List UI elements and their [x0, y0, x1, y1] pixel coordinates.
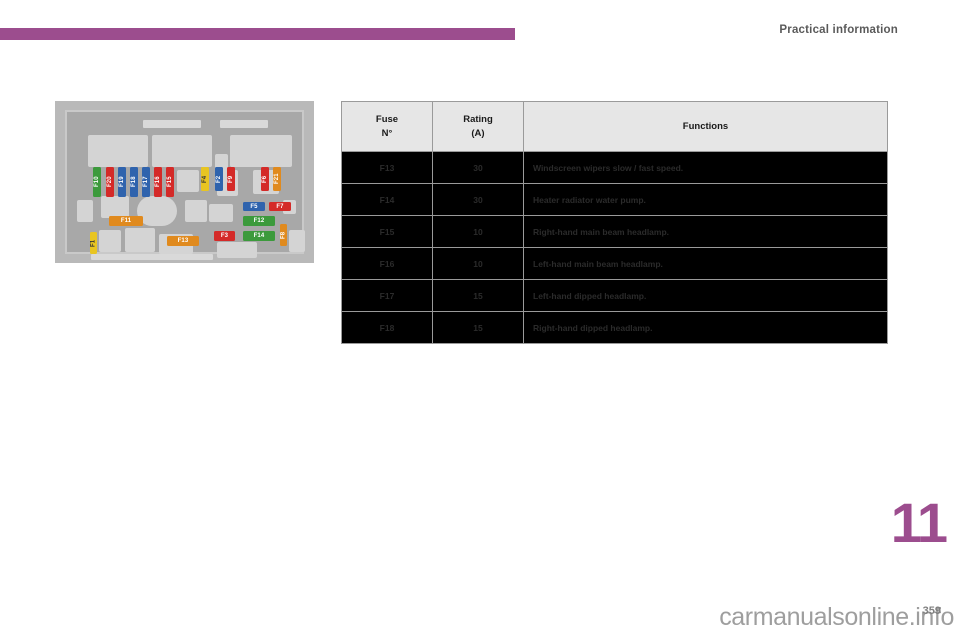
slot-center-2 — [209, 204, 233, 222]
column-header-rating-line2: (A) — [471, 127, 485, 139]
cell-rating: 30 — [432, 183, 524, 216]
page-number: 359 — [922, 605, 941, 617]
table-row: F16 10 Left-hand main beam headlamp. — [341, 247, 888, 280]
slot-center-oval — [137, 196, 177, 226]
fuse-f18: F18 — [130, 167, 138, 197]
fuse-f16: F16 — [154, 167, 162, 197]
table-row: F14 30 Heater radiator water pump. — [341, 183, 888, 216]
fuse-rating-table: Fuse N° Rating (A) Functions F13 30 Windsc… — [341, 101, 888, 344]
slot-top-1 — [143, 120, 201, 128]
fuse-f8: F8 — [280, 224, 287, 246]
column-header-functions-line1: Functions — [682, 120, 729, 132]
fuse-f10: F10 — [93, 167, 101, 197]
cell-fuse-number: F15 — [341, 215, 433, 248]
slot-bottom-2 — [125, 228, 155, 252]
fuse-f19: F19 — [118, 167, 126, 197]
slot-top-2 — [220, 120, 268, 128]
slot-relay-2 — [152, 135, 212, 167]
cell-function: Left-hand dipped headlamp. — [523, 279, 888, 312]
fuse-f14: F14 — [243, 231, 275, 241]
site-watermark: carmanualsonline.info — [719, 603, 954, 631]
fuse-f15: F15 — [166, 167, 174, 197]
fuse-f4: F4 — [201, 167, 209, 191]
fuse-box-body: F10 F20 F19 F18 F17 F16 F15 F4 F2 F9 F6 F21 F5 F7 F12 F… — [65, 110, 305, 260]
cell-fuse-number: F14 — [341, 183, 433, 216]
slot-relay-1 — [88, 135, 148, 167]
table-header-row: Fuse N° Rating (A) Functions — [341, 101, 888, 152]
slot-center-1 — [185, 200, 207, 222]
fuse-f17: F17 — [142, 167, 150, 197]
fuse-f13: F13 — [167, 236, 199, 246]
table-row: F15 10 Right-hand main beam headlamp. — [341, 215, 888, 248]
table-row: F17 15 Left-hand dipped headlamp. — [341, 279, 888, 312]
cell-function: Windscreen wipers slow / fast speed. — [523, 151, 888, 184]
column-header-fuse-line1: Fuse — [375, 113, 399, 125]
fuse-f12: F12 — [243, 216, 275, 226]
cell-function: Heater radiator water pump. — [523, 183, 888, 216]
cell-function: Right-hand dipped headlamp. — [523, 311, 888, 344]
fuse-f21: F21 — [273, 167, 281, 191]
slot-left-1 — [77, 200, 93, 222]
page-header-title: Practical information — [779, 24, 898, 36]
fuse-f2: F2 — [215, 167, 223, 191]
slot-bottom-5 — [289, 230, 305, 252]
cell-function: Right-hand main beam headlamp. — [523, 215, 888, 248]
fuse-f6: F6 — [261, 167, 269, 191]
cell-fuse-number: F13 — [341, 151, 433, 184]
column-header-rating-line1: Rating — [463, 113, 493, 125]
slot-left-2 — [101, 196, 129, 218]
fuse-f9: F9 — [227, 167, 235, 191]
manual-page: Practical information F10 F20 F19 F18 F1… — [0, 0, 960, 640]
cell-fuse-number: F16 — [341, 247, 433, 280]
column-header-rating: Rating (A) — [432, 101, 524, 152]
fuse-f5: F5 — [243, 202, 265, 211]
cell-fuse-number: F17 — [341, 279, 433, 312]
table-row: F13 30 Windscreen wipers slow / fast speed… — [341, 151, 888, 184]
fuse-box-diagram: F10 F20 F19 F18 F17 F16 F15 F4 F2 F9 F6 F21 F5 F7 F12 F… — [55, 101, 314, 263]
fuse-f7: F7 — [269, 202, 291, 211]
cell-rating: 15 — [432, 311, 524, 344]
cell-rating: 30 — [432, 151, 524, 184]
cell-rating: 10 — [432, 247, 524, 280]
cell-rating: 15 — [432, 279, 524, 312]
fuse-f3: F3 — [214, 231, 235, 241]
table-body: F13 30 Windscreen wipers slow / fast speed… — [341, 151, 888, 344]
table-row: F18 15 Right-hand dipped headlamp. — [341, 311, 888, 344]
slot-bottom-1 — [99, 230, 121, 252]
fuse-f11: F11 — [109, 216, 143, 226]
column-header-fuse-line2: N° — [381, 127, 393, 139]
slot-mid-1 — [177, 170, 199, 192]
fuse-f1: F1 — [90, 232, 97, 254]
column-header-functions: Functions — [523, 101, 888, 152]
column-header-fuse: Fuse N° — [341, 101, 433, 152]
fuse-f20: F20 — [106, 167, 114, 197]
chapter-number: 11 — [890, 491, 948, 554]
cell-rating: 10 — [432, 215, 524, 248]
slot-bottom-4 — [217, 242, 257, 258]
cell-fuse-number: F18 — [341, 311, 433, 344]
slot-bottom-strip — [91, 254, 213, 260]
cell-function: Left-hand main beam headlamp. — [523, 247, 888, 280]
slot-relay-3 — [230, 135, 292, 167]
header-accent-bar — [0, 28, 515, 40]
